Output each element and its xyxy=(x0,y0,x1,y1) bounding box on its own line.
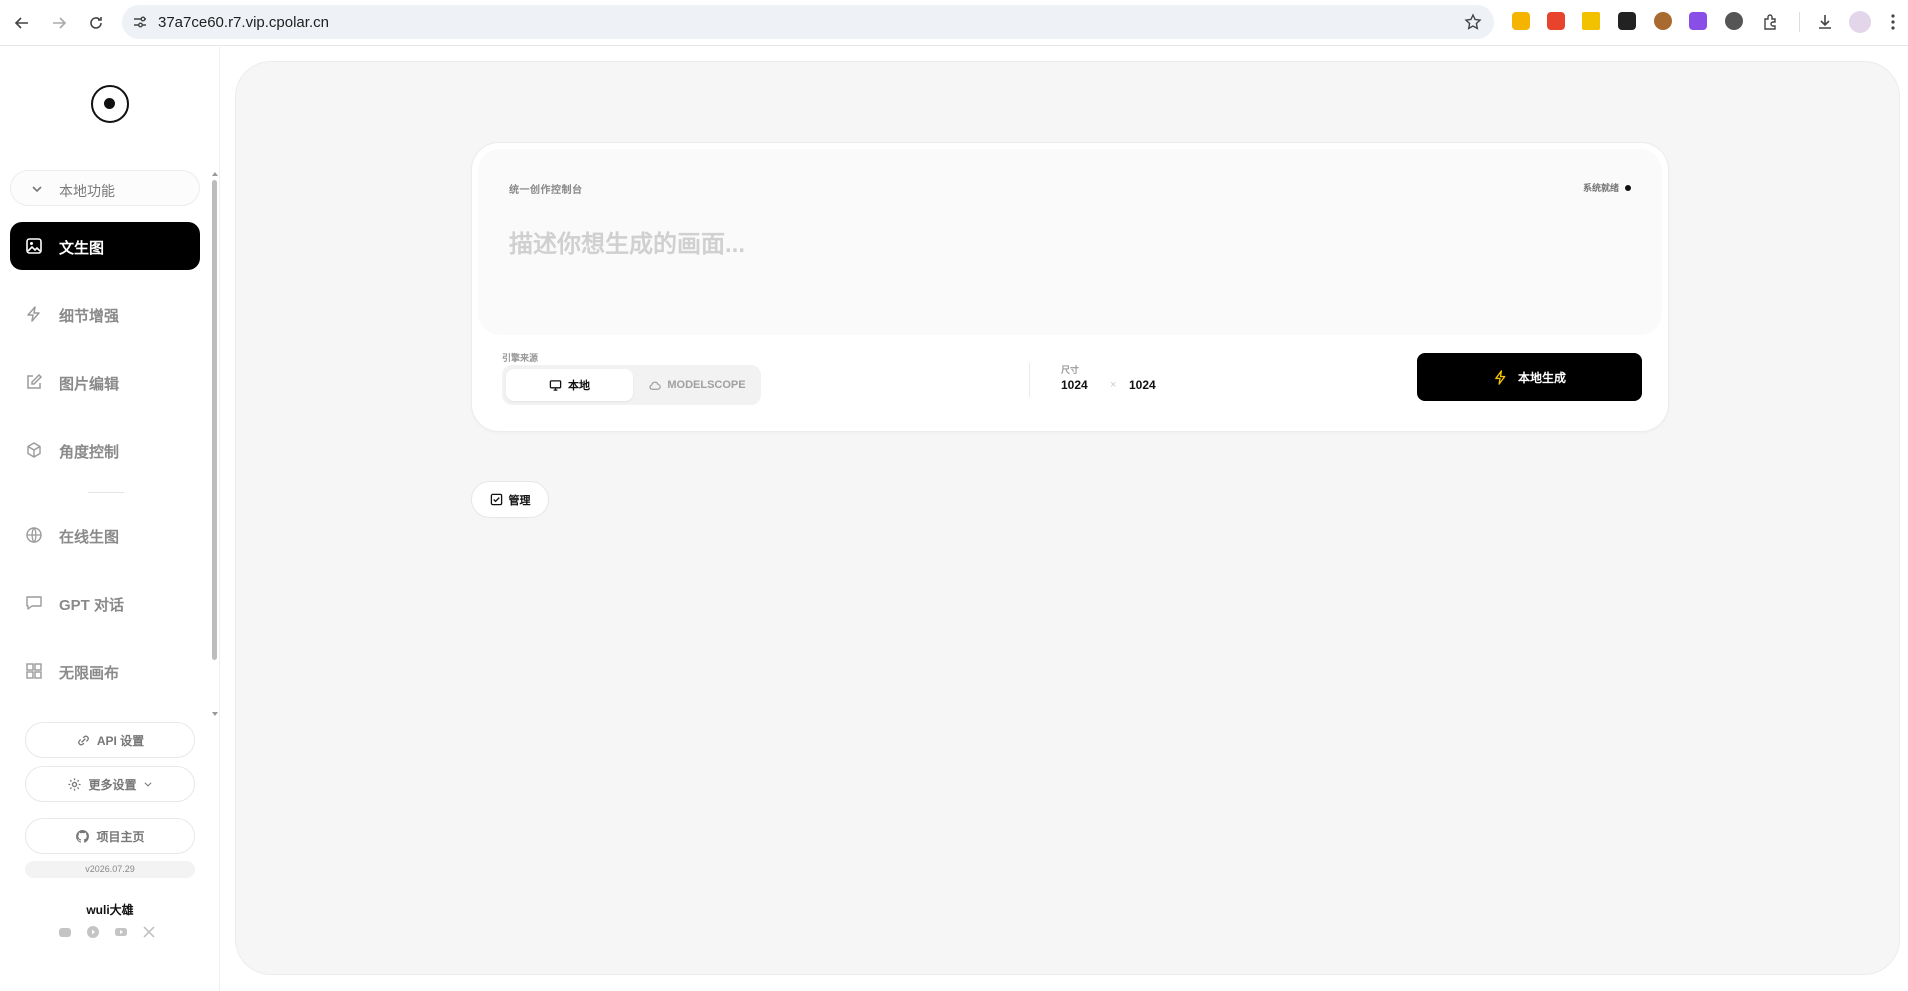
extension-cookie-icon[interactable] xyxy=(1654,12,1672,30)
sidebar-item-label: 文生图 xyxy=(59,240,105,257)
download-icon[interactable] xyxy=(1814,11,1836,33)
edit-icon xyxy=(25,373,43,391)
bolt-icon xyxy=(1495,369,1506,385)
size-separator: × xyxy=(1110,379,1117,391)
more-settings-button[interactable]: 更多设置 xyxy=(25,766,195,802)
engine-local-option[interactable]: 本地 xyxy=(506,369,633,401)
app-logo[interactable] xyxy=(91,85,129,123)
project-home-button[interactable]: 项目主页 xyxy=(25,818,195,854)
browser-menu-icon[interactable] xyxy=(1882,11,1904,33)
status-dot xyxy=(1625,184,1631,191)
sidebar-item-label: GPT 对话 xyxy=(59,597,125,614)
social-links xyxy=(58,925,156,939)
section-label: 本地功能 xyxy=(59,183,115,199)
size-label: 尺寸 xyxy=(1061,365,1080,375)
scroll-up-icon[interactable] xyxy=(211,171,219,177)
creation-console: 统一创作控制台 系统就绪 引擎来源 本地 MODELSCOPE 尺寸 × 本地生… xyxy=(471,142,1669,432)
sidebar-item-label: 无限画布 xyxy=(59,665,120,682)
browser-toolbar: 37a7ce60.r7.vip.cpolar.cn xyxy=(0,0,1908,46)
section-toggle-local[interactable]: 本地功能 xyxy=(10,170,200,206)
engine-local-label: 本地 xyxy=(568,380,590,392)
reload-icon[interactable] xyxy=(84,11,108,35)
generate-label: 本地生成 xyxy=(1517,370,1566,385)
link-icon xyxy=(78,735,89,745)
globe-icon xyxy=(25,526,43,544)
height-input[interactable] xyxy=(1129,378,1169,392)
extension-json-icon[interactable] xyxy=(1547,12,1565,30)
extension-notes-icon[interactable] xyxy=(1512,12,1530,30)
sidebar-item-label: 在线生图 xyxy=(59,529,120,546)
chevron-down-icon xyxy=(144,782,151,787)
youtube-icon[interactable] xyxy=(114,925,128,939)
x-twitter-icon[interactable] xyxy=(142,925,156,939)
api-settings-label: API 设置 xyxy=(96,733,145,748)
forward-icon[interactable] xyxy=(47,11,71,35)
sidebar-item-label: 图片编辑 xyxy=(59,376,120,393)
sidebar-item-infinite-canvas[interactable]: 无限画布 xyxy=(10,647,200,695)
bilibili-icon[interactable] xyxy=(86,925,100,939)
sidebar-item-text-to-image[interactable]: 文生图 xyxy=(10,222,200,270)
bookmark-star-icon[interactable] xyxy=(1464,13,1482,31)
url-text: 37a7ce60.r7.vip.cpolar.cn xyxy=(158,14,329,31)
prompt-input[interactable] xyxy=(509,225,1619,265)
version-badge: v2026.07.29 xyxy=(25,861,195,878)
main-content: 统一创作控制台 系统就绪 引擎来源 本地 MODELSCOPE 尺寸 × 本地生… xyxy=(235,61,1900,975)
discord-icon[interactable] xyxy=(58,925,72,939)
extension-user-icon[interactable] xyxy=(1725,12,1743,30)
project-home-label: 项目主页 xyxy=(96,829,145,844)
back-icon[interactable] xyxy=(10,11,34,35)
extensions-puzzle-icon[interactable] xyxy=(1760,11,1782,33)
sidebar-item-online-generate[interactable]: 在线生图 xyxy=(10,511,200,559)
engine-label: 引擎来源 xyxy=(502,353,539,363)
site-settings-icon[interactable] xyxy=(132,14,148,30)
api-settings-button[interactable]: API 设置 xyxy=(25,722,195,758)
github-icon xyxy=(76,829,90,843)
nav-divider xyxy=(88,492,124,493)
cloud-icon xyxy=(649,381,662,390)
sidebar-item-label: 细节增强 xyxy=(59,308,120,325)
cube-icon xyxy=(25,441,43,459)
monitor-icon xyxy=(549,379,562,391)
gear-icon xyxy=(68,777,82,791)
engine-modelscope-option[interactable]: MODELSCOPE xyxy=(637,369,757,401)
console-title: 统一创作控制台 xyxy=(509,185,583,196)
chevron-down-icon xyxy=(30,182,44,196)
system-status: 系统就绪 xyxy=(1583,181,1631,194)
width-input[interactable] xyxy=(1061,378,1101,392)
author-name: wuli大雄 xyxy=(86,903,134,917)
scroll-down-icon[interactable] xyxy=(211,711,219,717)
sidebar-scrollbar[interactable] xyxy=(212,180,217,660)
extension-dark-icon[interactable] xyxy=(1618,12,1636,30)
generate-button[interactable]: 本地生成 xyxy=(1417,353,1642,401)
sidebar-item-image-edit[interactable]: 图片编辑 xyxy=(10,358,200,406)
sidebar: 本地功能 文生图 细节增强 图片编辑 角度控制 在线生图 GPT 对话 无限画布… xyxy=(0,47,220,991)
address-bar[interactable]: 37a7ce60.r7.vip.cpolar.cn xyxy=(122,5,1494,39)
toolbar-separator xyxy=(1029,363,1030,397)
sidebar-item-detail-enhance[interactable]: 细节增强 xyxy=(10,290,200,338)
grid-icon xyxy=(25,662,43,680)
chat-icon xyxy=(25,594,43,612)
toolbar-divider xyxy=(1799,12,1800,32)
checkbox-icon xyxy=(490,493,502,506)
manage-button[interactable]: 管理 xyxy=(471,481,549,518)
image-icon xyxy=(25,237,43,255)
more-settings-label: 更多设置 xyxy=(88,777,137,792)
sidebar-item-angle-control[interactable]: 角度控制 xyxy=(10,426,200,474)
extension-key-icon[interactable] xyxy=(1582,12,1600,30)
profile-avatar[interactable] xyxy=(1849,11,1871,33)
sidebar-item-label: 角度控制 xyxy=(59,444,120,461)
engine-modelscope-label: MODELSCOPE xyxy=(667,379,746,391)
extension-purple-icon[interactable] xyxy=(1689,12,1707,30)
manage-label: 管理 xyxy=(508,494,531,507)
bolt-icon xyxy=(25,305,43,323)
status-text: 系统就绪 xyxy=(1582,183,1619,193)
engine-toggle: 本地 MODELSCOPE xyxy=(502,365,761,405)
sidebar-item-gpt-chat[interactable]: GPT 对话 xyxy=(10,579,200,627)
